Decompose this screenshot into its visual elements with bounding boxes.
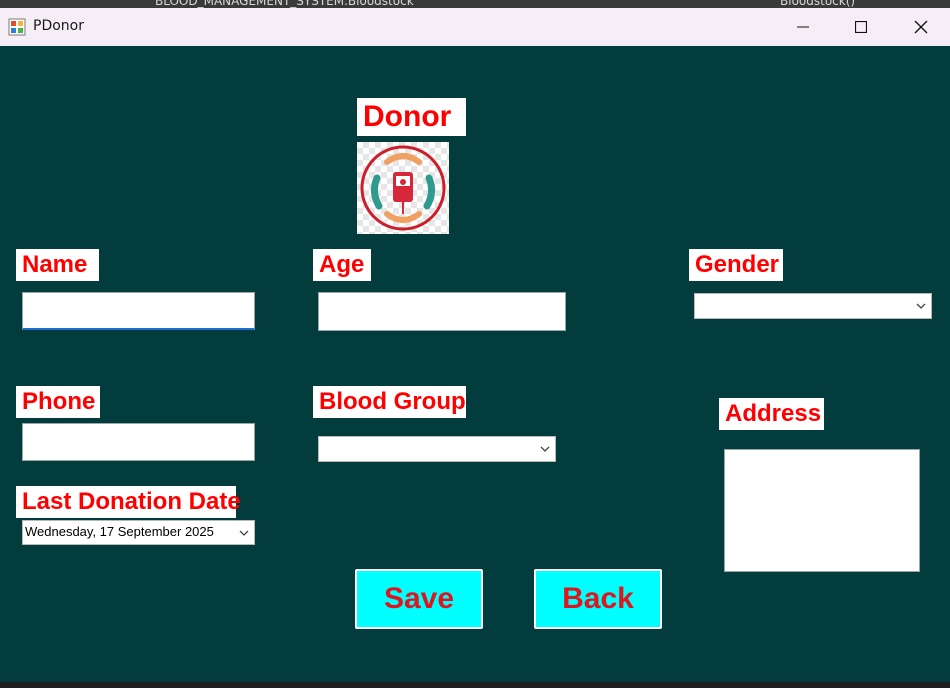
form-heading: Donor xyxy=(357,98,466,136)
blood-donation-icon xyxy=(360,145,446,231)
name-input[interactable] xyxy=(22,292,255,330)
windows-forms-app-icon xyxy=(8,18,26,36)
title-bar[interactable]: PDonor xyxy=(0,8,950,46)
phone-label: Phone xyxy=(16,386,100,418)
name-label: Name xyxy=(16,249,99,281)
age-input[interactable] xyxy=(318,292,566,331)
last-donation-label: Last Donation Date xyxy=(16,486,241,518)
address-textarea[interactable] xyxy=(724,449,920,572)
maximize-button[interactable] xyxy=(832,8,890,46)
minimize-icon xyxy=(797,26,809,28)
back-button[interactable]: Back xyxy=(534,569,662,629)
blood-donation-logo xyxy=(357,142,449,234)
blood-group-select[interactable] xyxy=(318,436,556,462)
address-label: Address xyxy=(719,398,824,430)
gender-label: Gender xyxy=(689,249,783,281)
minimize-button[interactable] xyxy=(774,8,832,46)
age-label: Age xyxy=(313,249,371,281)
phone-input[interactable] xyxy=(22,423,255,461)
chevron-down-icon xyxy=(916,303,926,309)
maximize-icon xyxy=(855,21,867,33)
pdonor-window: PDonor Donor Name Age Gender Phone Blood… xyxy=(0,8,950,682)
blood-group-label: Blood Group xyxy=(313,386,466,418)
last-donation-datepicker[interactable]: Wednesday, 17 September 2025 xyxy=(22,520,255,545)
gender-select[interactable] xyxy=(694,293,932,319)
background-taskbar-strip xyxy=(0,682,950,688)
close-icon xyxy=(914,20,928,34)
close-button[interactable] xyxy=(892,8,950,46)
save-button[interactable]: Save xyxy=(355,569,483,629)
chevron-down-icon xyxy=(540,446,550,452)
window-title: PDonor xyxy=(33,18,84,34)
last-donation-date-value: Wednesday, 17 September 2025 xyxy=(25,524,214,539)
background-ide-strip: BLOOD_MANAGEMENT_SYSTEM.Bloodstock Blood… xyxy=(0,0,950,8)
chevron-down-icon xyxy=(239,530,249,536)
background-ide-text-right: Bloodstock() xyxy=(780,0,856,8)
background-ide-text: BLOOD_MANAGEMENT_SYSTEM.Bloodstock xyxy=(155,0,414,8)
